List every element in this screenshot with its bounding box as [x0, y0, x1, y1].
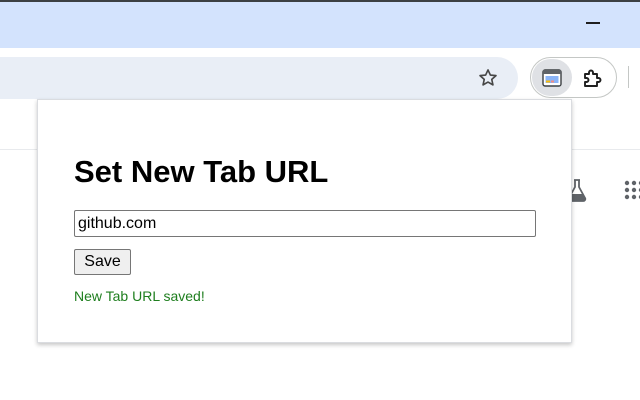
status-message: New Tab URL saved!: [74, 288, 205, 304]
puzzle-icon[interactable]: [579, 64, 607, 92]
title-bar: [0, 2, 640, 48]
browser-toolbar: [0, 48, 640, 106]
star-icon[interactable]: [475, 65, 501, 91]
extension-popup: Set New Tab URL Save New Tab URL saved!: [37, 99, 572, 343]
minimize-icon[interactable]: [586, 22, 600, 24]
save-button[interactable]: Save: [74, 249, 131, 275]
address-bar[interactable]: [0, 57, 518, 99]
new-tab-url-input[interactable]: [74, 210, 536, 237]
apps-grid-icon[interactable]: [624, 180, 640, 200]
popup-title: Set New Tab URL: [74, 154, 329, 189]
toolbar-divider: [628, 66, 629, 88]
newtab-extension-icon[interactable]: [532, 59, 572, 96]
extensions-group: [530, 57, 617, 98]
browser-window: Set New Tab URL Save New Tab URL saved!: [0, 0, 640, 400]
